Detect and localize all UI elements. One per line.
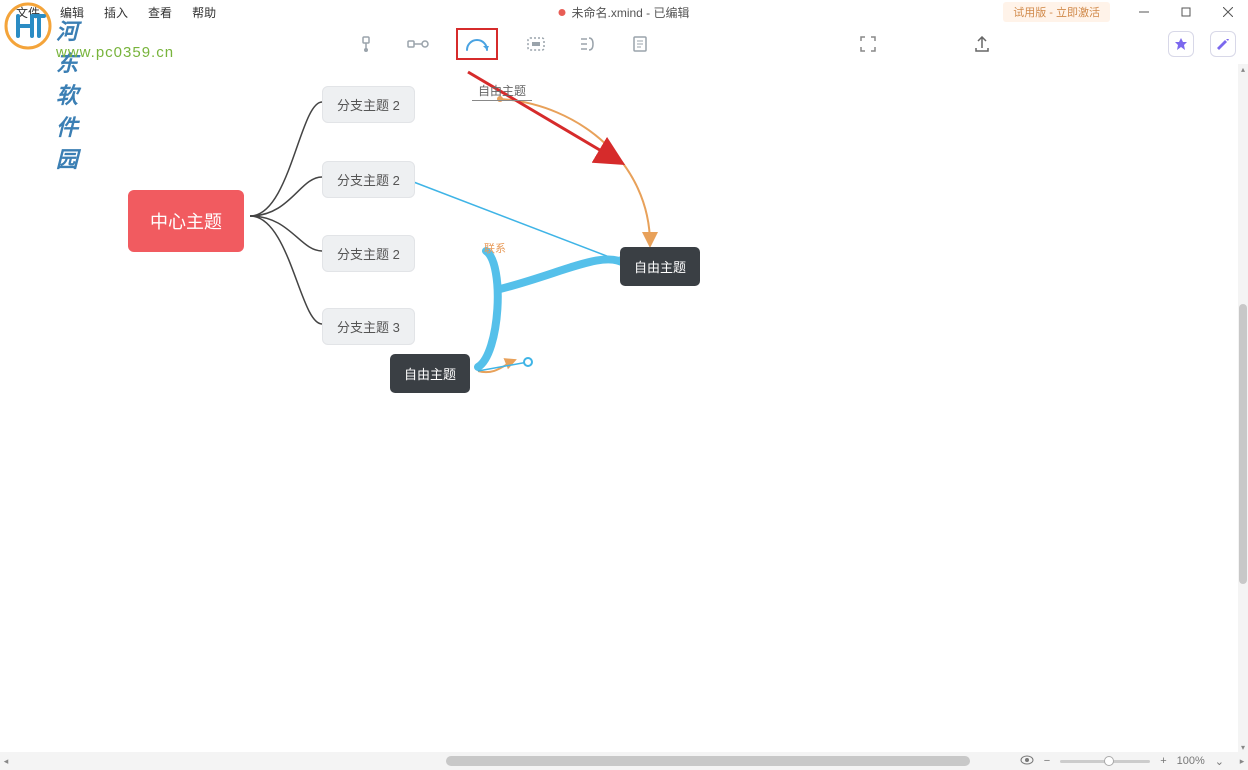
menu-bar: 文件 编辑 插入 查看 帮助 未命名.xmind - 已编辑 试用版 - 立即激… [0, 0, 1248, 24]
subtopic-icon[interactable] [352, 30, 380, 58]
summary-icon[interactable] [574, 30, 602, 58]
free-topic-1[interactable]: 自由主题 [620, 247, 700, 286]
branch-topic-4[interactable]: 分支主题 3 [322, 308, 415, 345]
zoom-out-icon[interactable]: − [1044, 755, 1050, 767]
menu-edit[interactable]: 编辑 [50, 4, 94, 21]
central-topic[interactable]: 中心主题 [128, 190, 244, 252]
minimize-button[interactable] [1124, 0, 1164, 24]
zoom-dropdown-icon[interactable]: ⌄ [1215, 755, 1224, 768]
scroll-down-arrow-icon[interactable]: ▾ [1238, 742, 1248, 752]
share-icon[interactable] [968, 30, 996, 58]
zoom-value[interactable]: 100% [1177, 755, 1205, 767]
trial-badge[interactable]: 试用版 - 立即激活 [1003, 2, 1110, 22]
scroll-right-arrow-icon[interactable]: ▸ [1236, 756, 1248, 767]
free-topic-label: 自由主题 [634, 260, 686, 275]
branch-label: 分支主题 3 [337, 320, 400, 335]
visibility-eye-icon[interactable] [1020, 755, 1034, 768]
star-button[interactable] [1168, 31, 1194, 57]
fullscreen-icon[interactable] [854, 30, 882, 58]
mindmap-canvas[interactable]: 中心主题 分支主题 2 分支主题 2 分支主题 2 分支主题 3 自由主题 自由… [0, 64, 1238, 752]
vertical-scroll-thumb[interactable] [1239, 304, 1247, 584]
branch-label: 分支主题 2 [337, 173, 400, 188]
note-icon[interactable] [626, 30, 654, 58]
close-button[interactable] [1208, 0, 1248, 24]
relationship-label[interactable]: 联系 [484, 240, 506, 256]
menu-view[interactable]: 查看 [138, 4, 182, 21]
menu-insert[interactable]: 插入 [94, 4, 138, 21]
free-topic-2[interactable]: 自由主题 [390, 354, 470, 393]
horizontal-scrollbar[interactable]: ◂ ▸ − + 100% ⌄ [0, 752, 1248, 770]
vertical-scrollbar[interactable]: ▴ ▾ [1238, 64, 1248, 752]
relationship-icon[interactable] [456, 28, 498, 60]
theme-button[interactable] [1210, 31, 1236, 57]
maximize-button[interactable] [1166, 0, 1206, 24]
branch-topic-1[interactable]: 分支主题 2 [322, 86, 415, 123]
branch-topic-2[interactable]: 分支主题 2 [322, 161, 415, 198]
toolbar [0, 24, 1248, 64]
scroll-left-arrow-icon[interactable]: ◂ [0, 756, 12, 767]
zoom-slider[interactable] [1060, 760, 1150, 763]
modified-dot-icon [558, 9, 565, 16]
window-title: 未命名.xmind - 已编辑 [558, 4, 689, 21]
link-topic-icon[interactable] [404, 30, 432, 58]
central-topic-label: 中心主题 [150, 212, 222, 232]
floating-topic-label[interactable]: 自由主题 [472, 82, 532, 101]
zoom-slider-thumb[interactable] [1104, 756, 1114, 766]
menu-help[interactable]: 帮助 [182, 4, 226, 21]
status-bar: − + 100% ⌄ [1014, 752, 1230, 770]
zoom-in-icon[interactable]: + [1160, 755, 1166, 767]
scroll-up-arrow-icon[interactable]: ▴ [1238, 64, 1248, 74]
boundary-icon[interactable] [522, 30, 550, 58]
branch-label: 分支主题 2 [337, 98, 400, 113]
branch-label: 分支主题 2 [337, 247, 400, 262]
horizontal-scroll-thumb[interactable] [446, 756, 970, 766]
menu-file[interactable]: 文件 [6, 4, 50, 21]
branch-topic-3[interactable]: 分支主题 2 [322, 235, 415, 272]
title-text: 未命名.xmind - 已编辑 [571, 4, 689, 21]
free-topic-label: 自由主题 [404, 367, 456, 382]
